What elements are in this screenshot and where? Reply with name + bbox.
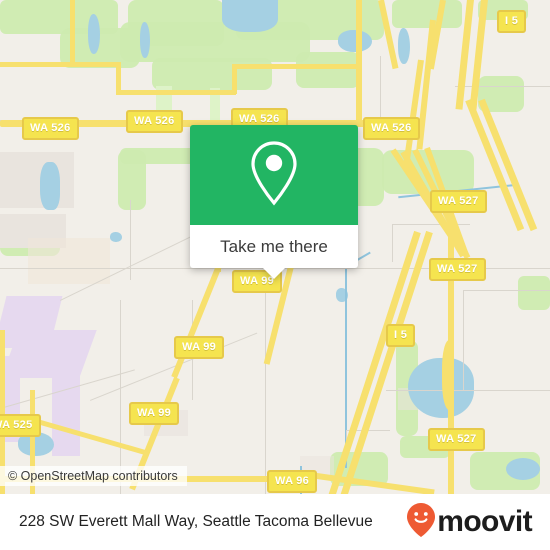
moovit-smiley-pin-icon — [406, 502, 436, 543]
shield-i5-top: I 5 — [497, 10, 527, 33]
take-me-there-label: Take me there — [220, 236, 328, 256]
map-screenshot-root: I 5 WA 526 WA 526 WA 526 WA 526 WA 527 WA 527 W… — [0, 0, 550, 550]
moovit-wordmark: moovit — [437, 505, 532, 538]
shield-wa527-lower: WA 527 — [428, 428, 485, 451]
shield-wa525-edge: WA 525 — [0, 414, 41, 437]
shield-wa96-bottom: WA 96 — [267, 470, 318, 493]
location-popup-card[interactable]: Take me there — [190, 125, 358, 279]
location-pin-icon — [247, 139, 301, 212]
popup-arrow — [263, 268, 285, 279]
map-canvas[interactable]: I 5 WA 526 WA 526 WA 526 WA 526 WA 527 WA 527 W… — [0, 0, 550, 494]
popup-body[interactable]: Take me there — [190, 225, 358, 279]
shield-wa526-left: WA 526 — [22, 117, 79, 140]
shield-i5-lower: I 5 — [386, 324, 416, 347]
shield-wa526-center: WA 526 — [126, 110, 183, 133]
footer-bar: 228 SW Everett Mall Way, Seattle Tacoma … — [0, 494, 550, 550]
popup-header — [190, 125, 358, 225]
osm-attribution[interactable]: © OpenStreetMap contributors — [0, 466, 187, 486]
shield-wa527-mid: WA 527 — [429, 258, 486, 281]
address-label: 228 SW Everett Mall Way, Seattle Tacoma … — [19, 513, 373, 530]
shield-wa526-right: WA 526 — [363, 117, 420, 140]
moovit-logo[interactable]: moovit — [406, 502, 533, 543]
shield-wa527-upper: WA 527 — [430, 190, 487, 213]
shield-wa99-mid: WA 99 — [174, 336, 225, 359]
shield-wa99-lower: WA 99 — [129, 402, 180, 425]
